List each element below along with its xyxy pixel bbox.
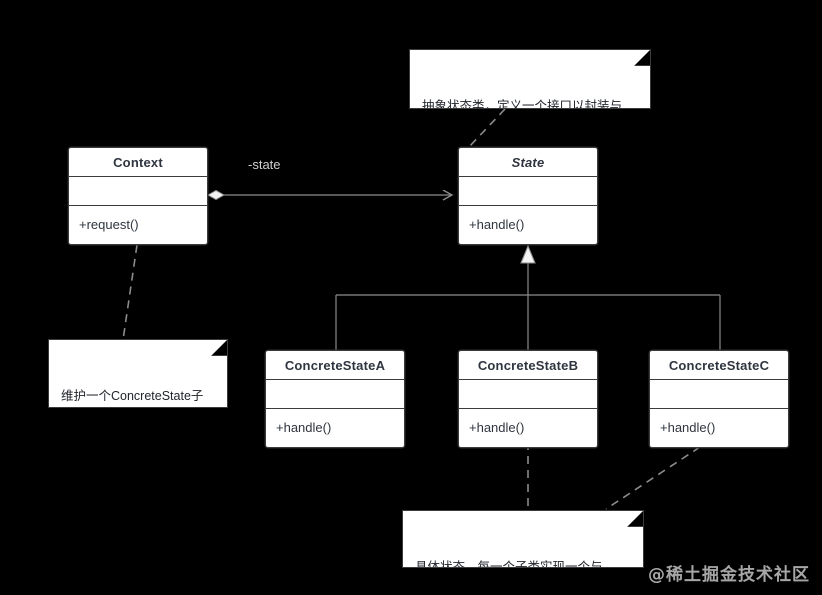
class-operation-request: +request() xyxy=(79,217,139,232)
class-attributes-context xyxy=(69,177,207,206)
note-context-text: 维护一个ConcreteState子 类的实例,这个实例定义当前 的状态 xyxy=(61,389,204,403)
note-leader-context xyxy=(122,244,138,341)
class-attributes-concrete-state-c xyxy=(650,380,788,409)
class-attributes-concrete-state-a xyxy=(266,380,404,409)
watermark: @稀土掘金技术社区 xyxy=(648,565,810,585)
class-box-state[interactable]: State +handle() xyxy=(458,147,598,245)
note-fold-corner-icon xyxy=(634,50,650,66)
class-operation-b-handle: +handle() xyxy=(469,420,525,435)
class-box-concrete-state-a[interactable]: ConcreteStateA +handle() xyxy=(265,350,405,448)
class-name-concrete-state-b: ConcreteStateB xyxy=(459,351,597,380)
relation-generalization-tree xyxy=(335,244,721,350)
class-box-concrete-state-c[interactable]: ConcreteStateC +handle() xyxy=(649,350,789,448)
class-operation-a-handle: +handle() xyxy=(276,420,332,435)
association-label-state: -state xyxy=(248,157,281,172)
class-name-state: State xyxy=(459,148,597,177)
note-concrete-state-text: 具体状态，每一个子类实现一个与 Context的一个状态相关的行为 xyxy=(415,560,603,568)
class-operation-state-handle: +handle() xyxy=(469,217,525,232)
diagram-canvas: State (association with source diamond) … xyxy=(0,0,822,595)
note-state-text: 抽象状态类，定义一个接口以封装与 Context的一个特定状态相关的行为 xyxy=(422,99,623,109)
note-concrete-state[interactable]: 具体状态，每一个子类实现一个与 Context的一个状态相关的行为 xyxy=(402,510,644,568)
class-attributes-concrete-state-b xyxy=(459,380,597,409)
note-state[interactable]: 抽象状态类，定义一个接口以封装与 Context的一个特定状态相关的行为 xyxy=(409,49,651,109)
class-box-concrete-state-b[interactable]: ConcreteStateB +handle() xyxy=(458,350,598,448)
class-name-context: Context xyxy=(69,148,207,177)
class-name-concrete-state-c: ConcreteStateC xyxy=(650,351,788,380)
note-leader-concrete-c xyxy=(605,446,701,510)
note-leader-state xyxy=(467,108,506,149)
note-fold-corner-icon xyxy=(627,511,643,527)
class-name-concrete-state-a: ConcreteStateA xyxy=(266,351,404,380)
note-fold-corner-icon xyxy=(211,340,227,356)
class-attributes-state xyxy=(459,177,597,206)
relation-context-state xyxy=(206,189,452,200)
class-operation-c-handle: +handle() xyxy=(660,420,716,435)
class-box-context[interactable]: Context +request() xyxy=(68,147,208,245)
note-context[interactable]: 维护一个ConcreteState子 类的实例,这个实例定义当前 的状态 xyxy=(48,339,228,408)
